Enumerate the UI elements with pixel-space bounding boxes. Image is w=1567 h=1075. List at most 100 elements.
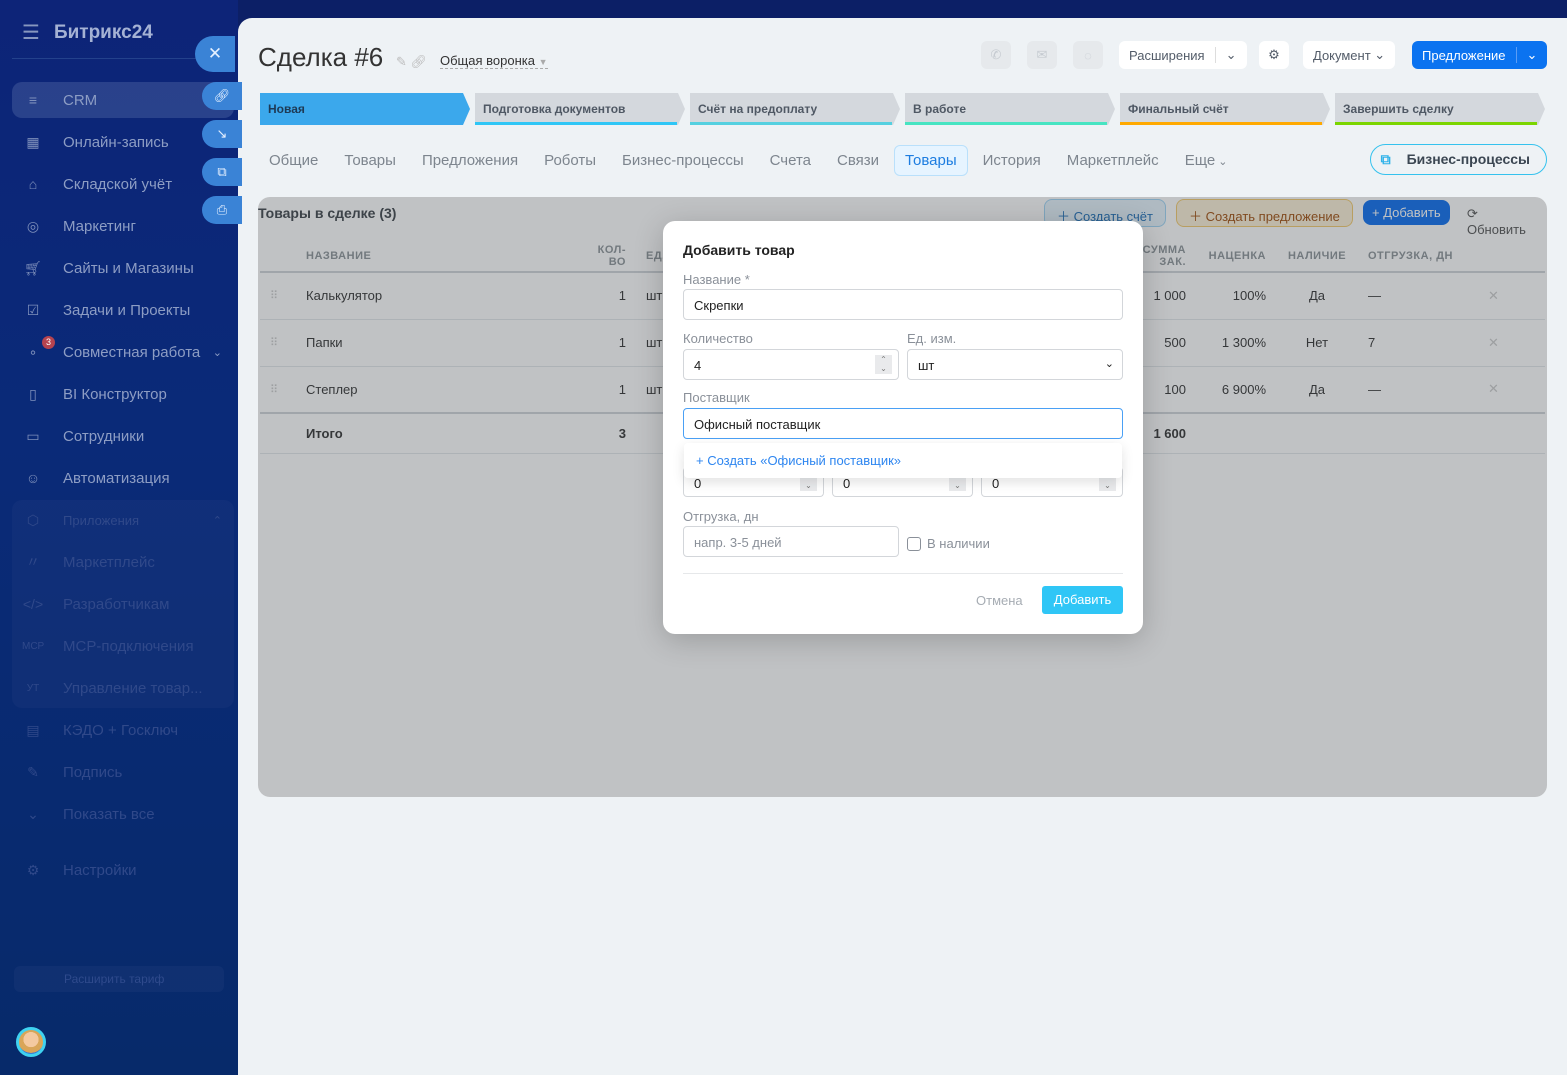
tab-3[interactable]: Роботы bbox=[533, 145, 607, 176]
arrow-down-right-icon: ↘ bbox=[216, 126, 228, 141]
extensions-button[interactable]: Расширения ⌄ bbox=[1119, 41, 1247, 69]
tabs: Общие Товары Предложения Роботы Бизнес-проце… bbox=[258, 145, 1243, 176]
shipping-input[interactable]: напр. 3-5 дней bbox=[683, 526, 899, 557]
tab-6[interactable]: Связи bbox=[826, 145, 890, 176]
box-icon: ⬡ bbox=[26, 511, 40, 528]
stage-color-bar bbox=[690, 122, 892, 125]
caret-down-icon: ▼ bbox=[538, 57, 548, 67]
gear-icon: ⚙ bbox=[26, 861, 40, 878]
email-button[interactable]: ✉ bbox=[1027, 41, 1057, 69]
sidebar-item-developers[interactable]: </> Разработчикам bbox=[12, 586, 234, 622]
stage-color-bar bbox=[1120, 122, 1322, 125]
document-button[interactable]: Документ ⌄ bbox=[1303, 41, 1396, 69]
in-stock-checkbox[interactable] bbox=[907, 537, 921, 551]
add-button[interactable]: Добавить bbox=[1042, 586, 1123, 614]
business-processes-button[interactable]: ⧉ Бизнес-процессы bbox=[1369, 144, 1547, 175]
stage-4[interactable]: Финальный счёт bbox=[1120, 93, 1330, 125]
minimize-button[interactable]: ↘ bbox=[202, 120, 242, 148]
ut-icon: УТ bbox=[26, 682, 40, 694]
checkbox-icon: ☑ bbox=[26, 301, 40, 318]
sidebar-apps-header[interactable]: ⬡ Приложения ⌃ bbox=[12, 502, 234, 538]
sidebar-item-marketing[interactable]: ◎ Маркетинг bbox=[12, 208, 234, 244]
upgrade-tariff-button[interactable]: Расширить тариф bbox=[14, 966, 224, 992]
sidebar-item-sites[interactable]: 🛒︎ Сайты и Магазины bbox=[12, 250, 234, 286]
create-supplier-option[interactable]: + Создать «Офисный поставщик» bbox=[684, 443, 1122, 478]
chevron-down-icon[interactable]: ⌄ bbox=[213, 346, 222, 359]
stage-label: Счёт на предоплату bbox=[698, 102, 818, 116]
tab-2[interactable]: Предложения bbox=[411, 145, 529, 176]
sidebar-item-collab[interactable]: ∘ 3 Совместная работа ⌄ bbox=[12, 334, 234, 370]
avatar[interactable] bbox=[16, 1027, 46, 1057]
stage-5[interactable]: Завершить сделку bbox=[1335, 93, 1545, 125]
chat-button[interactable]: ◌ bbox=[1073, 41, 1103, 69]
tab-8[interactable]: История bbox=[972, 145, 1052, 176]
sidebar-item-employees[interactable]: ▭ Сотрудники bbox=[12, 418, 234, 454]
print-icon: ⎙ bbox=[216, 202, 228, 217]
tab-1[interactable]: Товары bbox=[333, 145, 407, 176]
sidebar-item-kedo[interactable]: ▤ КЭДО + Госключ bbox=[12, 712, 234, 748]
in-stock-label[interactable]: В наличии bbox=[927, 536, 990, 551]
robot-icon: ☺ bbox=[25, 470, 41, 486]
external-link-icon: ⧉ bbox=[217, 164, 227, 179]
call-button[interactable]: ✆ bbox=[981, 41, 1011, 69]
quantity-label: Количество bbox=[683, 331, 753, 346]
funnel-selector[interactable]: Общая воронка ▼ bbox=[440, 53, 548, 69]
stage-3[interactable]: В работе bbox=[905, 93, 1115, 125]
open-new-window-button[interactable]: ⧉ bbox=[202, 158, 242, 186]
name-label: Название * bbox=[683, 272, 750, 287]
stage-color-bar bbox=[475, 122, 677, 125]
stage-0[interactable]: Новая bbox=[260, 93, 470, 125]
sidebar-item-mcp[interactable]: MCP MCP-подключения bbox=[12, 628, 234, 664]
sidebar-item-signature[interactable]: ✎ Подпись bbox=[12, 754, 234, 790]
chevron-down-icon: ⌄ bbox=[1225, 47, 1237, 62]
logo[interactable]: ☰ Битрикс24 bbox=[22, 20, 153, 45]
tab-7[interactable]: Товары bbox=[894, 145, 968, 176]
pencil-icon[interactable]: ✎ bbox=[396, 54, 407, 69]
sidebar-item-crm[interactable]: ≡ CRM bbox=[12, 82, 234, 118]
tab-4[interactable]: Бизнес-процессы bbox=[611, 145, 755, 176]
stage-label: Завершить сделку bbox=[1343, 102, 1454, 116]
stage-label: Подготовка документов bbox=[483, 102, 626, 116]
stepper-icon[interactable]: ⌃⌄ bbox=[875, 355, 892, 374]
sidebar-item-warehouse[interactable]: ⌂ Складской учёт bbox=[12, 166, 234, 202]
warehouse-icon: ⌂ bbox=[28, 176, 38, 192]
tab-10[interactable]: Еще ⌄ bbox=[1174, 145, 1239, 176]
sidebar-item-product-mgmt[interactable]: УТ Управление товар... bbox=[12, 670, 234, 706]
tab-5[interactable]: Счета bbox=[759, 145, 822, 176]
dialog-title: Добавить товар bbox=[683, 242, 795, 258]
menu-icon[interactable]: ☰ bbox=[22, 20, 40, 45]
unit-select[interactable]: шт ⌄ bbox=[907, 349, 1123, 380]
signature-icon: ✎ bbox=[27, 763, 39, 780]
mcp-icon: MCP bbox=[22, 640, 45, 652]
settings-button[interactable]: ⚙ bbox=[1259, 41, 1289, 69]
print-button[interactable]: ⎙ bbox=[202, 196, 242, 224]
sidebar-item-marketplace[interactable]: 〃 Маркетплейс bbox=[12, 544, 234, 580]
copy-link-button[interactable]: 🔗︎ bbox=[202, 82, 242, 110]
tab-0[interactable]: Общие bbox=[258, 145, 329, 176]
sidebar-item-bi[interactable]: ▯ BI Конструктор bbox=[12, 376, 234, 412]
sidebar-item-automation[interactable]: ☺ Автоматизация bbox=[12, 460, 234, 496]
sidebar-item-settings[interactable]: ⚙ Настройки bbox=[12, 852, 234, 888]
id-card-icon: ▭ bbox=[26, 427, 40, 444]
stage-1[interactable]: Подготовка документов bbox=[475, 93, 685, 125]
sidebar: ☰ Битрикс24 ≡ CRM ▦ Онлайн-запись ⌂ Складско… bbox=[0, 0, 238, 1075]
supplier-input[interactable]: Офисный поставщик bbox=[683, 408, 1123, 439]
chevron-up-icon[interactable]: ⌃ bbox=[213, 514, 222, 527]
link-icon[interactable]: 🔗︎ bbox=[411, 54, 428, 69]
sidebar-show-all[interactable]: ⌄ Показать все bbox=[12, 796, 234, 832]
phone-icon: ✆ bbox=[990, 47, 1002, 62]
unit-label: Ед. изм. bbox=[907, 331, 957, 346]
sidebar-item-booking[interactable]: ▦ Онлайн-запись bbox=[12, 124, 234, 160]
stage-2[interactable]: Счёт на предоплату bbox=[690, 93, 900, 125]
cancel-button[interactable]: Отмена bbox=[976, 593, 1023, 608]
stage-label: Финальный счёт bbox=[1128, 102, 1229, 116]
supplier-label: Поставщик bbox=[683, 390, 750, 405]
tab-9[interactable]: Маркетплейс bbox=[1056, 145, 1170, 176]
stage-color-bar bbox=[1335, 122, 1537, 125]
quantity-input[interactable]: 4 ⌃ ⌄ bbox=[683, 349, 899, 380]
name-input[interactable]: Скрепки bbox=[683, 289, 1123, 320]
offer-button[interactable]: Предложение ⌄ bbox=[1412, 41, 1548, 69]
marketplace-icon: 〃 bbox=[26, 554, 40, 570]
close-slider-button[interactable]: ✕ bbox=[195, 36, 235, 72]
sidebar-item-tasks[interactable]: ☑ Задачи и Проекты bbox=[12, 292, 234, 328]
